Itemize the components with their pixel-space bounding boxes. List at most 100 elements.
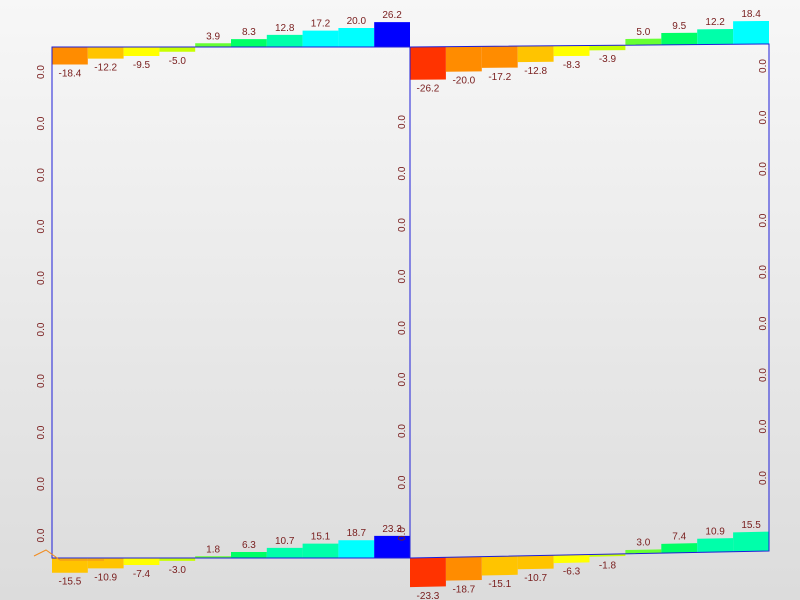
right-top-beam-value-label: -20.0	[452, 76, 475, 87]
right-top-beam-segment	[410, 46, 446, 80]
right-left-column-value-label: 0.0	[397, 321, 408, 335]
left-bottom-beam-segment	[123, 558, 160, 566]
right-left-column-value-label: 0.0	[397, 269, 408, 283]
left-column-value-label: 0.0	[36, 219, 47, 233]
right-left-column-value-label: 0.0	[397, 218, 408, 232]
right-right-column-value-label: 0.0	[758, 265, 769, 279]
right-frame-outline	[409, 43, 770, 559]
left-top-beam-segment	[302, 30, 339, 47]
right-top-beam-value-label: -12.8	[524, 66, 547, 77]
right-top-beam-value-label: 9.5	[672, 21, 686, 32]
left-top-beam-segment	[338, 28, 375, 47]
right-top-beam-value-label: -26.2	[417, 84, 440, 95]
left-bottom-beam-value-label: 1.8	[206, 544, 220, 555]
left-top-beam-value-label: 8.3	[242, 27, 256, 38]
right-left-column-value-label: 0.0	[397, 527, 408, 541]
right-top-beam-segment	[625, 38, 662, 46]
left-bottom-beam-value-label: 6.3	[242, 540, 256, 551]
right-bottom-beam-segment	[445, 556, 482, 581]
right-bottom-beam-value-label: -23.3	[417, 591, 440, 600]
left-top-beam-value-label: 12.8	[275, 23, 295, 34]
right-right-column-value-label: 0.0	[758, 162, 769, 176]
right-top-beam-value-label: -17.2	[488, 72, 511, 83]
left-column-value-label: 0.0	[36, 322, 47, 336]
right-bottom-beam-value-label: 3.0	[636, 538, 650, 549]
left-bottom-beam-value-label: -7.4	[133, 569, 151, 580]
left-bottom-beam-value-label: 10.7	[275, 536, 295, 547]
right-bottom-beam-value-label: -18.7	[452, 584, 475, 595]
right-top-beam-segment	[589, 45, 626, 51]
left-top-beam-value-label: -12.2	[94, 63, 117, 74]
right-top-beam-value-label: -8.3	[563, 60, 581, 71]
left-top-beam-segment	[52, 47, 88, 65]
left-column-value-label: 0.0	[36, 168, 47, 182]
left-bottom-beam-segment	[231, 552, 267, 558]
right-bottom-beam-value-label: -10.7	[524, 573, 547, 584]
left-top-beam-segment	[123, 47, 160, 57]
left-bottom-beam-value-label: -15.5	[59, 577, 82, 588]
right-right-column-value-label: 0.0	[758, 419, 769, 433]
left-frame-outline	[51, 46, 411, 559]
left-column-value-label: 0.0	[36, 477, 47, 491]
right-bottom-beam-value-label: -15.1	[488, 579, 511, 590]
left-bottom-beam-segment	[302, 543, 339, 558]
right-bottom-beam-segment	[697, 538, 734, 553]
right-top-beam-segment	[697, 29, 734, 45]
right-right-column-value-label: 0.0	[758, 59, 769, 73]
left-column-value-label: 0.0	[36, 116, 47, 130]
left-top-beam-value-label: 17.2	[311, 19, 331, 30]
left-top-beam-segment	[374, 22, 410, 47]
right-bottom-beam-value-label: 15.5	[741, 520, 761, 531]
left-top-beam-segment	[266, 34, 303, 47]
right-right-column-value-label: 0.0	[758, 110, 769, 124]
left-top-beam-segment	[87, 47, 124, 59]
right-bottom-beam-segment	[517, 555, 554, 570]
right-bottom-beam-segment	[661, 543, 698, 554]
left-top-beam-value-label: -9.5	[133, 60, 151, 71]
left-bottom-beam-value-label: -3.0	[169, 565, 187, 576]
right-top-beam-value-label: 12.2	[705, 17, 725, 28]
left-bottom-beam-segment	[338, 540, 375, 558]
left-top-beam-value-label: 26.2	[382, 10, 402, 21]
left-column-value-label: 0.0	[36, 65, 47, 79]
left-column-value-label: 0.0	[36, 374, 47, 388]
force-diagram: -18.4 -12.2 -9.5 -5.0 3.9 8.3 12.8 17.2 20.0 26.2…	[33, 9, 770, 600]
right-right-column-value-label: 0.0	[758, 213, 769, 227]
left-top-beam-segment	[195, 43, 231, 47]
left-top-beam-value-label: -5.0	[169, 56, 187, 67]
right-top-beam-value-label: 5.0	[636, 27, 650, 38]
left-top-beam-segment	[159, 47, 196, 52]
left-column-value-label: 0.0	[36, 271, 47, 285]
right-left-column-value-label: 0.0	[397, 115, 408, 129]
right-bottom-beam-value-label: 10.9	[705, 526, 725, 537]
left-bottom-beam-value-label: -10.9	[94, 572, 117, 583]
right-top-beam-segment	[553, 45, 590, 57]
left-bottom-beam-value-label: 15.1	[311, 532, 331, 543]
frame-layer	[51, 43, 770, 559]
right-bottom-beam-value-label: 7.4	[672, 532, 686, 543]
right-left-column-value-label: 0.0	[397, 475, 408, 489]
right-right-column-value-label: 0.0	[758, 316, 769, 330]
left-top-beam-segment	[231, 39, 267, 47]
right-bottom-beam-segment	[553, 554, 590, 564]
right-bottom-beam-segment	[481, 555, 518, 576]
right-top-beam-segment	[661, 32, 698, 45]
right-bottom-beam-value-label: -6.3	[563, 567, 581, 578]
right-left-column-value-label: 0.0	[397, 372, 408, 386]
right-top-beam-value-label: -3.9	[599, 54, 617, 65]
left-column-value-label: 0.0	[36, 425, 47, 439]
right-bottom-beam-segment	[733, 531, 769, 552]
left-bottom-beam-segment	[266, 547, 303, 558]
right-bottom-beam-value-label: -1.8	[599, 560, 617, 571]
left-top-beam-value-label: -18.4	[59, 68, 82, 79]
right-top-beam-segment	[517, 45, 554, 63]
left-column-value-label: 0.0	[36, 528, 47, 542]
right-top-beam-segment	[733, 21, 769, 45]
right-left-column-value-label: 0.0	[397, 166, 408, 180]
left-bottom-beam-value-label: 18.7	[347, 528, 367, 539]
right-right-column-value-label: 0.0	[758, 368, 769, 382]
left-top-beam-value-label: 20.0	[347, 16, 367, 27]
right-left-column-value-label: 0.0	[397, 424, 408, 438]
labels-layer: -18.4 -12.2 -9.5 -5.0 3.9 8.3 12.8 17.2 20.0 26.2…	[36, 9, 769, 600]
right-right-column-value-label: 0.0	[758, 471, 769, 485]
